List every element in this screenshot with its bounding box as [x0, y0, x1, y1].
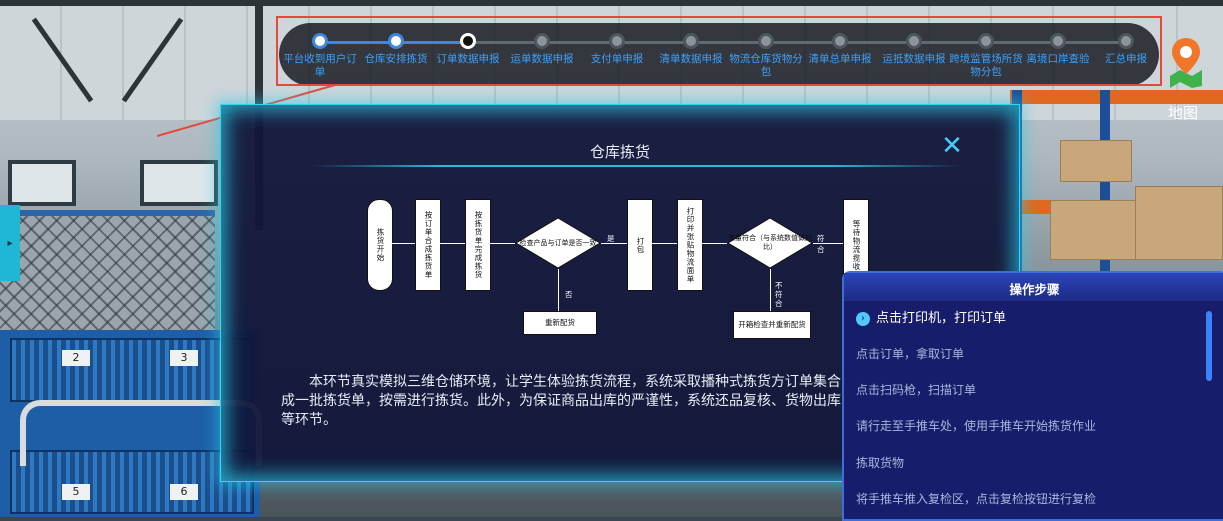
warehouse-window: [140, 160, 218, 206]
roof-beam: [0, 0, 1223, 6]
flow-connector: [391, 243, 415, 244]
operation-step-item[interactable]: › 点击打印机，打印订单: [856, 307, 1206, 326]
flow-pick: 按拣货单完成拣货: [465, 199, 491, 291]
flow-print-label: 打印并张贴物流面单: [677, 199, 703, 291]
operation-step-item[interactable]: 请行走至手推车处，使用手推车开始拣货作业: [856, 417, 1206, 434]
warehouse-window: [8, 160, 76, 206]
operation-step-text: 点击打印机，打印订单: [876, 311, 1007, 326]
cardboard-box: [1050, 200, 1142, 260]
flow-connector: [701, 243, 727, 244]
panel-scrollbar[interactable]: [1206, 311, 1212, 381]
crate-row: [10, 338, 254, 402]
flow-connector: [439, 243, 465, 244]
flow-connector: [651, 243, 677, 244]
operation-step-item[interactable]: 拣取货物: [856, 454, 1206, 471]
highlight-outline: [276, 16, 1162, 86]
flow-merge-orders: 按订单合成拣货单: [415, 199, 441, 291]
operation-step-item[interactable]: 点击订单，拿取订单: [856, 345, 1206, 362]
flow-connector: [558, 269, 559, 311]
chevron-right-icon: ›: [856, 311, 870, 326]
operation-steps-panel: 操作步骤 › 点击打印机，打印订单 点击订单，拿取订单 点击扫码枪，扫描订单 请行…: [842, 271, 1223, 521]
operation-step-item[interactable]: 将手推车推入复检区，点击复检按钮进行复检: [856, 490, 1206, 507]
flow-redistribute: 重新配货: [523, 311, 597, 335]
flow-start: 拣货开始: [367, 199, 393, 291]
operation-step-text: 点击扫码枪，扫描订单: [856, 383, 977, 397]
dialog-title: 仓库拣货: [589, 143, 650, 161]
crate-number: 5: [62, 484, 90, 500]
crate-number: 6: [170, 484, 198, 500]
operation-step-text: 点击订单，拿取订单: [856, 347, 965, 361]
flow-mismatch-label: 不符合: [775, 281, 783, 308]
crate-number: 3: [170, 350, 198, 366]
crate-number: 2: [62, 350, 90, 366]
flow-reopen: 开箱检查并重新配货: [733, 311, 811, 339]
map-label[interactable]: 地图: [1168, 102, 1218, 123]
side-panel-toggle[interactable]: ▸: [0, 205, 20, 281]
cardboard-box: [1060, 140, 1132, 182]
flow-no-label: 否: [565, 290, 573, 299]
map-pin-icon[interactable]: [1168, 36, 1204, 88]
title-divider: [311, 165, 961, 167]
close-icon[interactable]: ✕: [939, 133, 965, 159]
flow-pack: 打包: [627, 199, 653, 291]
operation-step-text: 拣取货物: [856, 456, 905, 470]
flow-connector: [813, 243, 843, 244]
panel-title: 操作步骤: [1009, 282, 1060, 297]
cardboard-box: [1135, 186, 1223, 260]
flow-match-label: 符合: [817, 234, 825, 254]
flow-weight-decision: 重量符合（与系统数值做对比）: [727, 217, 813, 269]
operation-step-text: 将手推车推入复检区，点击复检按钮进行复检: [856, 492, 1097, 506]
flow-connector: [770, 269, 771, 311]
operation-step-item[interactable]: 点击扫码枪，扫描订单: [856, 381, 1206, 398]
dialog-description: 本环节真实模拟三维仓储环境，让学生体验拣货流程，系统采取播种式拣货方订单集合成一…: [281, 374, 841, 428]
operation-step-text: 请行走至手推车处，使用手推车开始拣货作业: [856, 419, 1097, 433]
flow-connector: [601, 243, 627, 244]
flow-check-decision: 检查产品与订单是否一致: [515, 217, 601, 269]
flow-connector: [489, 243, 515, 244]
